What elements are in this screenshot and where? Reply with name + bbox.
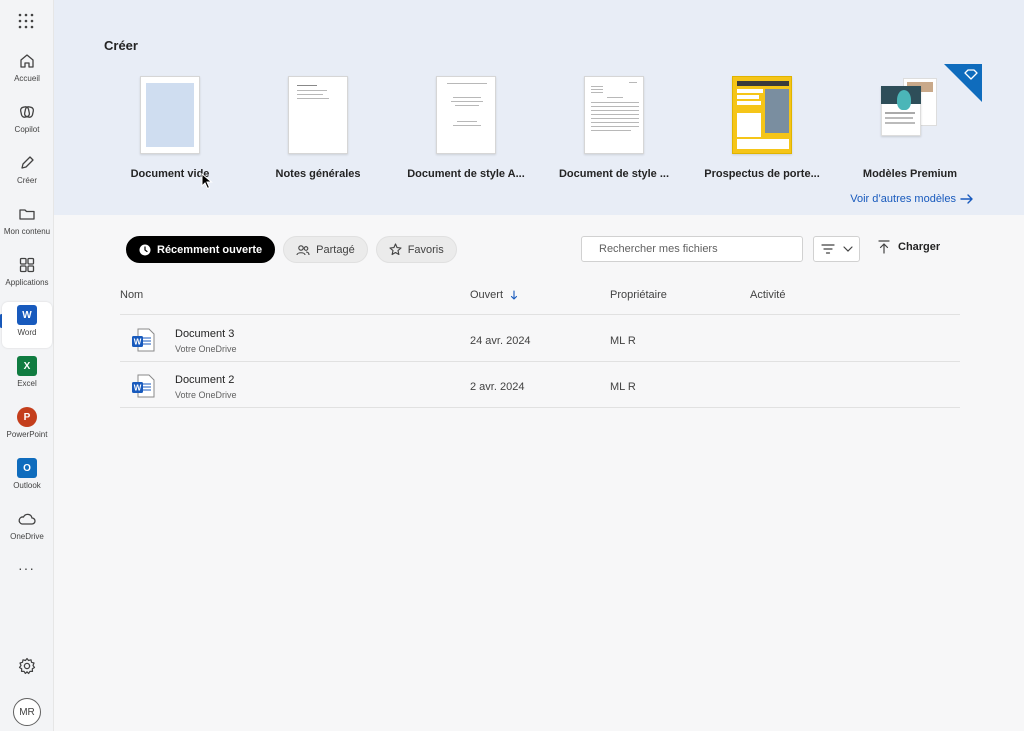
create-title: Créer: [104, 38, 138, 53]
column-opened[interactable]: Ouvert: [470, 289, 518, 301]
upload-button[interactable]: Charger: [878, 240, 940, 254]
file-owner: ML R: [610, 335, 636, 347]
column-activity[interactable]: Activité: [750, 289, 785, 301]
premium-thumbnail: [879, 76, 941, 154]
filter-shared[interactable]: Partagé: [283, 236, 368, 263]
rail-label: Accueil: [14, 74, 40, 83]
left-rail: Accueil Copilot Créer Mon contenu Applic…: [0, 0, 54, 731]
copilot-icon: [17, 102, 37, 122]
rail-item-outlook[interactable]: O Outlook: [2, 455, 52, 501]
template-mla-style[interactable]: Document de style ...: [544, 76, 684, 180]
rail-item-onedrive[interactable]: OneDrive: [2, 506, 52, 552]
rail-item-apps[interactable]: Applications: [2, 252, 52, 298]
filter-recent-label: Récemment ouverte: [157, 243, 263, 256]
template-label: Notes générales: [275, 168, 361, 180]
file-table-header: Nom Ouvert Propriétaire Activité: [120, 289, 960, 315]
template-thumbnail: [288, 76, 348, 154]
column-owner[interactable]: Propriétaire: [610, 289, 667, 301]
template-premium[interactable]: Modèles Premium: [840, 64, 982, 180]
folder-icon: [17, 204, 37, 224]
rail-item-home[interactable]: Accueil: [2, 48, 52, 94]
template-label: Document de style A...: [407, 168, 525, 180]
table-row[interactable]: W Document 3 Votre OneDrive 24 avr. 2024…: [120, 316, 960, 362]
upload-label: Charger: [898, 241, 941, 253]
create-section: Créer Document vide Notes générales Docu…: [54, 0, 1024, 215]
people-icon: [296, 244, 310, 255]
star-icon: [389, 243, 402, 256]
template-label: Prospectus de porte...: [704, 168, 820, 180]
rail-label: Excel: [17, 379, 37, 388]
diamond-icon: [944, 64, 982, 102]
file-location: Votre OneDrive: [175, 344, 237, 354]
template-apa-style[interactable]: Document de style A...: [396, 76, 536, 180]
rail-label: Créer: [16, 176, 37, 185]
rail-label: Copilot: [14, 125, 40, 134]
word-file-icon: W: [132, 328, 155, 352]
more-templates-label: Voir d’autres modèles: [850, 193, 956, 205]
chevron-down-icon: [842, 246, 853, 252]
outlook-icon: O: [17, 458, 37, 478]
sort-down-icon: [510, 290, 518, 300]
clock-icon: [139, 244, 151, 255]
filter-recent[interactable]: Récemment ouverte: [126, 236, 276, 263]
more-apps-icon[interactable]: ···: [18, 560, 35, 576]
upload-icon: [878, 240, 890, 254]
template-general-notes[interactable]: Notes générales: [248, 76, 388, 180]
template-label: Document de style ...: [558, 168, 670, 180]
template-flyer[interactable]: Prospectus de porte...: [692, 76, 832, 180]
powerpoint-icon: P: [17, 407, 37, 427]
apps-icon: [17, 255, 37, 275]
filter-favorites[interactable]: Favoris: [375, 236, 457, 263]
column-name[interactable]: Nom: [120, 289, 143, 301]
app-launcher-icon[interactable]: [18, 13, 34, 29]
file-opened-date: 24 avr. 2024: [470, 335, 531, 347]
filter-menu-button[interactable]: [813, 236, 860, 262]
template-blank-document[interactable]: Document vide: [100, 76, 240, 180]
rail-label: OneDrive: [10, 532, 44, 541]
rail-item-word[interactable]: W Word: [2, 302, 52, 348]
settings-icon[interactable]: [17, 656, 37, 681]
template-thumbnail: [140, 76, 200, 154]
template-thumbnail: [436, 76, 496, 154]
filter-shared-label: Partagé: [316, 243, 355, 256]
template-label: Document vide: [130, 168, 210, 180]
file-name: Document 3: [175, 328, 235, 340]
file-name: Document 2: [175, 374, 235, 386]
filter-favorites-label: Favoris: [407, 243, 444, 256]
more-templates-link[interactable]: Voir d’autres modèles: [850, 193, 974, 205]
home-icon: [17, 51, 37, 71]
rail-label: PowerPoint: [6, 430, 48, 439]
rail-item-powerpoint[interactable]: P PowerPoint: [2, 404, 52, 450]
template-thumbnail: [732, 76, 792, 154]
template-label: Modèles Premium: [862, 168, 958, 180]
template-gallery: Document vide Notes générales Document d…: [100, 64, 1000, 186]
svg-text:W: W: [134, 338, 142, 347]
column-opened-label: Ouvert: [470, 289, 504, 301]
rail-item-copilot[interactable]: Copilot: [2, 99, 52, 145]
search-input[interactable]: [581, 236, 803, 262]
table-row[interactable]: W Document 2 Votre OneDrive 2 avr. 2024 …: [120, 362, 960, 408]
mouse-cursor-icon: [201, 173, 213, 190]
rail-label: Word: [17, 328, 37, 337]
word-icon: W: [17, 305, 37, 325]
rail-label: Outlook: [13, 481, 41, 490]
template-thumbnail: [584, 76, 644, 154]
word-file-icon: W: [132, 374, 155, 398]
filter-icon: [820, 244, 835, 254]
excel-icon: X: [17, 356, 37, 376]
filter-pills: Récemment ouverte Partagé Favoris: [126, 236, 457, 263]
rail-item-my-content[interactable]: Mon contenu: [2, 201, 52, 247]
avatar[interactable]: MR: [13, 698, 41, 726]
onedrive-icon: [17, 509, 37, 529]
rail-label: Applications: [5, 278, 49, 287]
rail-item-excel[interactable]: X Excel: [2, 353, 52, 399]
file-location: Votre OneDrive: [175, 390, 237, 400]
file-owner: ML R: [610, 381, 636, 393]
rail-item-create[interactable]: Créer: [2, 150, 52, 196]
pen-icon: [17, 153, 37, 173]
file-opened-date: 2 avr. 2024: [470, 381, 525, 393]
svg-text:W: W: [134, 384, 142, 393]
arrow-right-icon: [960, 194, 973, 204]
rail-label: Mon contenu: [3, 227, 51, 236]
